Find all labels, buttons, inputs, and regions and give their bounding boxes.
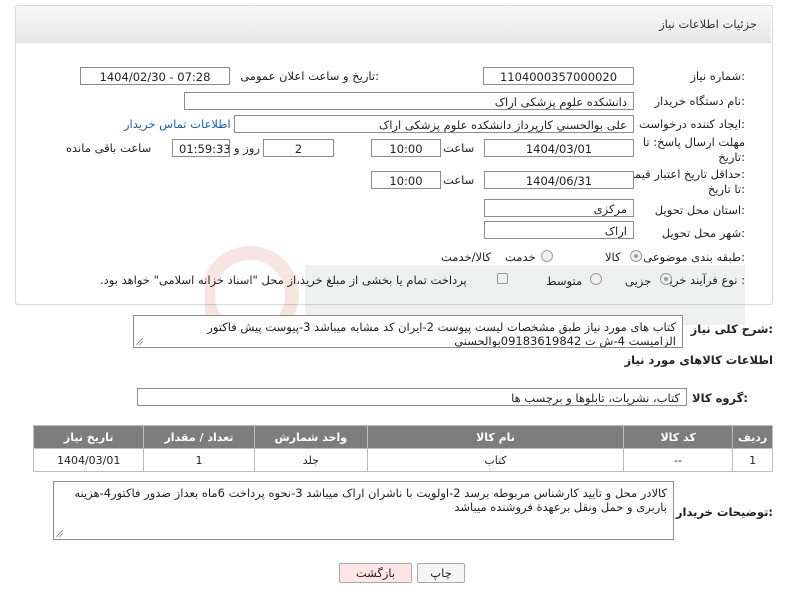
goods-table: ردیف کد کالا نام کالا واحد شمارش تعداد /… — [32, 425, 773, 472]
description-line-1: کتاب های مورد نیاز طبق مشخصات لیست پیوست… — [207, 320, 676, 334]
category-label: طبقه بندی موضوعی: — [643, 250, 745, 264]
treasury-payment-note: پرداخت تمام یا بخشی از مبلغ خرید،از محل … — [100, 273, 467, 287]
goods-group-label: گروه کالا: — [692, 391, 748, 405]
category-option-service: خدمت — [505, 250, 536, 264]
description-textarea[interactable]: کتاب های مورد نیاز طبق مشخصات لیست پیوست… — [133, 315, 683, 348]
col-need-date: تاریخ نیاز — [32, 425, 145, 449]
buyer-org-label: نام دستگاه خریدار: — [654, 94, 745, 108]
category-radio-service[interactable] — [541, 250, 553, 262]
process-option-medium: متوسط — [546, 274, 583, 288]
goods-table-header: ردیف کد کالا نام کالا واحد شمارش تعداد /… — [32, 425, 773, 449]
col-quantity: تعداد / مقدار — [143, 425, 255, 449]
buyer-contact-link[interactable]: اطلاعات تماس خریدار — [124, 117, 231, 131]
col-code: کد کالا — [622, 425, 734, 449]
col-row: ردیف — [732, 425, 773, 449]
process-radio-minor[interactable] — [660, 273, 672, 285]
price-validity-time-label: ساعت — [443, 173, 475, 187]
goods-group-field: کتاب، نشریات، تابلوها و برچسب ها — [137, 388, 687, 406]
cell-quantity: 1 — [143, 448, 255, 472]
reply-days-label: روز و — [234, 141, 260, 155]
resize-grip-icon[interactable] — [136, 338, 143, 345]
price-validity-time-field: 10:00 — [371, 171, 441, 189]
cell-row: 1 — [732, 448, 773, 472]
announce-date-field: 1404/02/30 - 07:28 — [80, 67, 230, 85]
city-field: اراک — [484, 221, 634, 239]
table-row: 1 -- کتاب جلد 1 1404/03/01 — [32, 448, 773, 472]
announce-date-label: تاریخ و ساعت اعلان عمومی: — [240, 69, 379, 83]
category-radio-goods[interactable] — [630, 250, 642, 262]
reply-days-field: 2 — [263, 139, 334, 157]
description-label: شرح کلی نیاز: — [690, 322, 773, 336]
reply-deadline-label: مهلت ارسال پاسخ: تا — [642, 135, 745, 149]
buyer-notes-textarea[interactable]: کالادر محل و تایید کارشناس مربوطه برسد 2… — [53, 481, 674, 540]
category-option-goods-service: کالا/خدمت — [441, 250, 492, 264]
price-validity-label: حداقل تاریخ اعتبار قیمت: — [623, 167, 745, 181]
reply-date-field: 1404/03/01 — [484, 139, 634, 157]
page-title: جزئیات اطلاعات نیاز — [659, 17, 757, 31]
buyer-notes-line-1: کالادر محل و تایید کارشناس مربوطه برسد 2… — [74, 486, 667, 500]
process-option-minor: جزیی — [625, 274, 652, 288]
process-radio-medium[interactable] — [590, 273, 602, 285]
resize-grip-icon[interactable] — [56, 530, 63, 537]
reply-deadline-label-2: تاریخ: — [718, 150, 745, 164]
col-unit: واحد شمارش — [253, 425, 369, 449]
buyer-org-field: دانشکده علوم پزشکی اراک — [184, 92, 634, 110]
reply-time-field: 10:00 — [371, 139, 441, 157]
description-line-2: الزامیست 4-ش ت 09183619842بوالحسنی — [454, 334, 676, 348]
cell-need-date: 1404/03/01 — [32, 448, 145, 472]
goods-section-title: اطلاعات کالاهای مورد نیاز — [624, 353, 773, 367]
requester-field: علی بوالحسني کارپرداز دانشکده علوم پزشکی… — [234, 115, 634, 133]
requester-label: ایجاد کننده درخواست: — [639, 117, 745, 131]
need-number-label: شماره نیاز: — [690, 69, 745, 83]
buyer-notes-label: توضیحات خریدار: — [675, 505, 773, 519]
cell-unit: جلد — [253, 448, 369, 472]
process-label: نوع فرآیند خرید : — [663, 273, 745, 287]
province-field: مرکزی — [484, 199, 634, 217]
panel-header: جزئیات اطلاعات نیاز — [16, 6, 771, 43]
category-option-goods: کالا — [605, 250, 621, 264]
need-number-field: 1104000357000020 — [483, 67, 634, 85]
remaining-time-field: 01:59:33 — [172, 139, 230, 157]
back-button[interactable]: بازگشت — [339, 563, 412, 583]
price-validity-date-field: 1404/06/31 — [484, 171, 634, 189]
print-button[interactable]: چاپ — [417, 563, 465, 583]
treasury-payment-checkbox[interactable] — [497, 273, 508, 284]
col-name: نام کالا — [367, 425, 624, 449]
cell-code: -- — [622, 448, 734, 472]
buyer-notes-line-2: باربری و حمل ونقل برعهدة فروشنده میباشد — [454, 500, 667, 514]
city-label: شهر محل تحویل: — [661, 226, 745, 240]
remaining-time-label: ساعت باقی مانده — [66, 141, 152, 155]
price-validity-label-2: تا تاریخ: — [707, 182, 745, 196]
province-label: استان محل تحویل: — [654, 203, 745, 217]
cell-name: کتاب — [367, 448, 624, 472]
reply-time-label: ساعت — [443, 141, 475, 155]
